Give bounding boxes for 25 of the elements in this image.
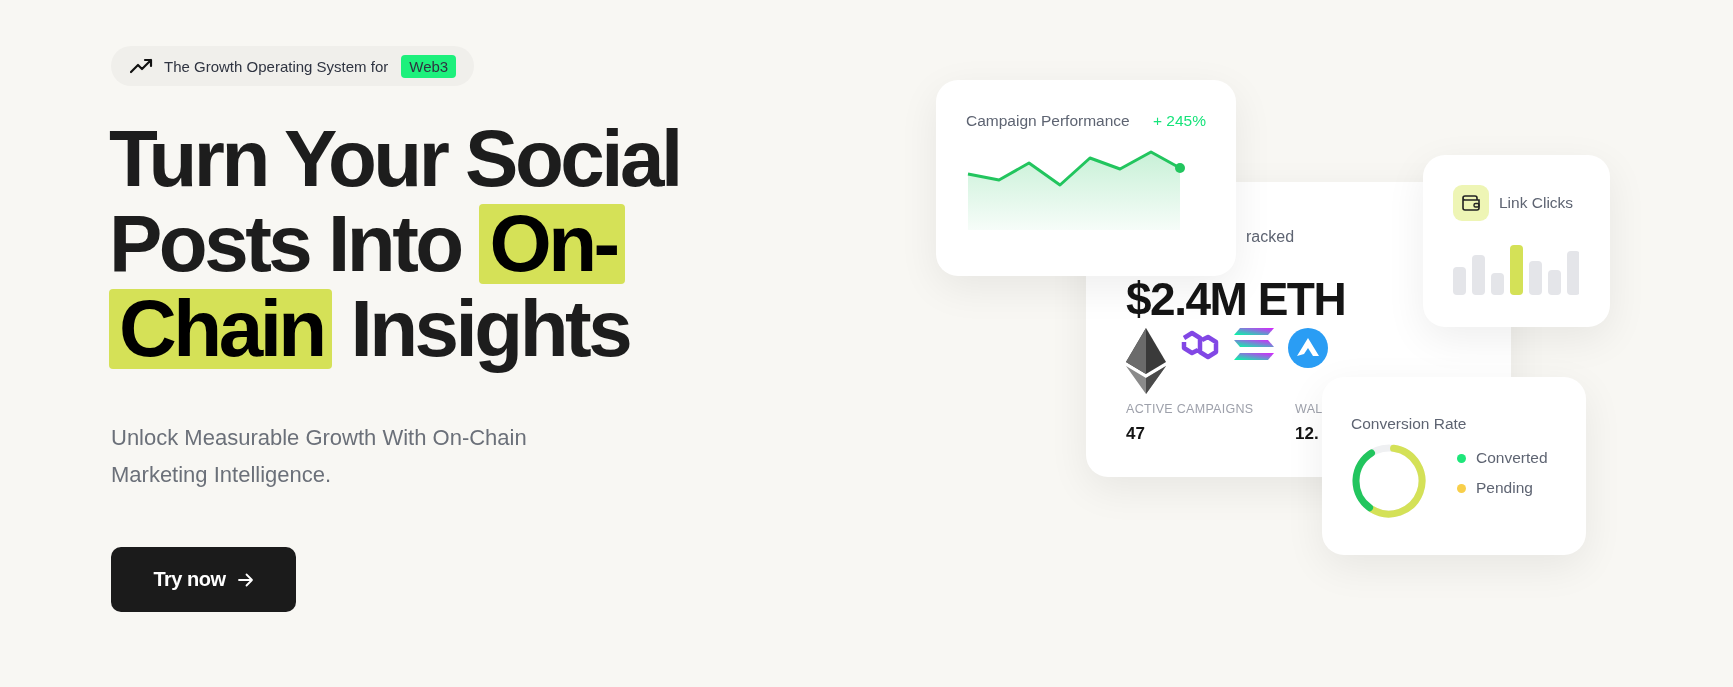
stat-label: WAL xyxy=(1295,402,1323,416)
value-amount: $2.4M ETH xyxy=(1126,276,1346,322)
polygon-icon xyxy=(1180,328,1220,362)
legend-label: Pending xyxy=(1476,479,1533,497)
solana-icon xyxy=(1234,328,1274,360)
web3-tag: Web3 xyxy=(401,54,457,78)
highlighted-headline-text: Chain xyxy=(109,288,332,369)
stat-label: ACTIVE CAMPAIGNS xyxy=(1126,402,1254,416)
card-title: Campaign Performance xyxy=(966,112,1130,130)
change-percent: + 245% xyxy=(1153,112,1206,130)
tagline-text: The Growth Operating System for xyxy=(164,57,389,75)
ethereum-icon xyxy=(1126,328,1166,394)
value-label: racked xyxy=(1246,228,1295,246)
stat-value: 47 xyxy=(1126,424,1145,444)
card-title: Conversion Rate xyxy=(1351,415,1468,433)
subtitle: Unlock Measurable Growth With On-Chain Marketing Intelligence. xyxy=(111,424,528,489)
trending-up-icon xyxy=(130,58,154,74)
arrow-right-icon xyxy=(237,572,254,587)
try-now-button[interactable]: Try now xyxy=(111,547,296,612)
highlighted-headline-text: On- xyxy=(479,203,625,284)
legend-label: Converted xyxy=(1476,449,1548,467)
stat-value: 12. xyxy=(1295,424,1319,444)
wallet-icon xyxy=(1453,185,1489,221)
card-title: Link Clicks xyxy=(1499,194,1574,212)
triangle-logo-icon xyxy=(1288,328,1328,368)
